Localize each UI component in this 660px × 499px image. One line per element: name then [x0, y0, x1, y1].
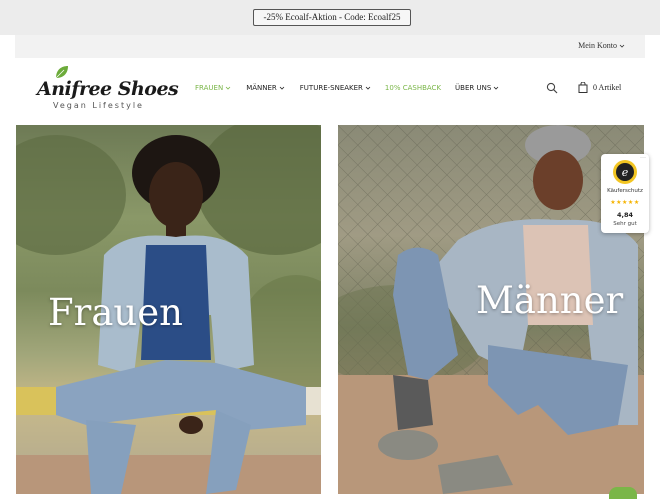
panel-label-frauen: Frauen [48, 291, 183, 334]
account-menu[interactable]: Mein Konto [578, 41, 625, 50]
account-label: Mein Konto [578, 41, 617, 50]
rating-text: Sehr gut [613, 221, 637, 227]
category-tile-maenner[interactable]: Männer [338, 125, 644, 494]
nav-item-label: 10% CASHBACK [384, 84, 442, 92]
cart-label: 0 Artikel [593, 83, 622, 92]
nav-item-frauen[interactable]: FRAUEN [195, 84, 231, 92]
svg-text:e: e [622, 166, 629, 179]
chevron-down-icon [225, 86, 231, 90]
search-icon[interactable] [546, 82, 558, 94]
chevron-down-icon [619, 44, 625, 48]
cart-button[interactable]: 0 Artikel [578, 82, 621, 93]
rating-score: 4,84 [616, 211, 634, 219]
nav-item-label: FRAUEN [195, 84, 224, 92]
promo-bar: -25% Ecoalf-Aktion - Code: Ecoalf25 [0, 0, 660, 35]
rating-stars: ★★★★★ [610, 200, 640, 206]
trust-badge[interactable]: ··· e Käuferschutz ★★★★★ 4,84 Sehr gut [601, 154, 649, 233]
nav-item-label: FUTURE-SNEAKER [299, 84, 363, 92]
more-icon[interactable]: ··· [640, 155, 646, 161]
logo-subtitle: Vegan Lifestyle [53, 101, 144, 110]
shopping-bag-icon [578, 82, 588, 93]
trust-seal-icon: e [613, 160, 637, 184]
chevron-down-icon [279, 86, 285, 90]
nav-item-cashback[interactable]: 10% CASHBACK [385, 84, 441, 92]
badge-title: Käuferschutz [607, 188, 643, 194]
nav-item-label: ÜBER UNS [455, 84, 492, 92]
nav-item-ueber-uns[interactable]: ÜBER UNS [455, 84, 499, 92]
chevron-down-icon [494, 86, 499, 90]
main-nav: FRAUEN MÄNNER FUTURE-SNEAKER 10% CASHBAC… [195, 84, 499, 92]
promo-code-banner[interactable]: -25% Ecoalf-Aktion - Code: Ecoalf25 [253, 9, 411, 26]
site-header: Anifree Shoes Vegan Lifestyle FRAUEN MÄN… [15, 58, 645, 124]
nav-item-future-sneaker[interactable]: FUTURE-SNEAKER [300, 84, 371, 92]
chat-widget-button[interactable] [609, 487, 637, 499]
logo-title: Anifree Shoes [37, 78, 179, 100]
account-bar: Mein Konto [15, 35, 645, 58]
chevron-down-icon [365, 86, 371, 90]
nav-item-label: MÄNNER [246, 84, 277, 92]
panel-label-maenner: Männer [476, 279, 624, 322]
logo[interactable]: Anifree Shoes Vegan Lifestyle [37, 64, 179, 114]
nav-item-maenner[interactable]: MÄNNER [246, 84, 285, 92]
category-tile-frauen[interactable]: Frauen [16, 125, 321, 494]
